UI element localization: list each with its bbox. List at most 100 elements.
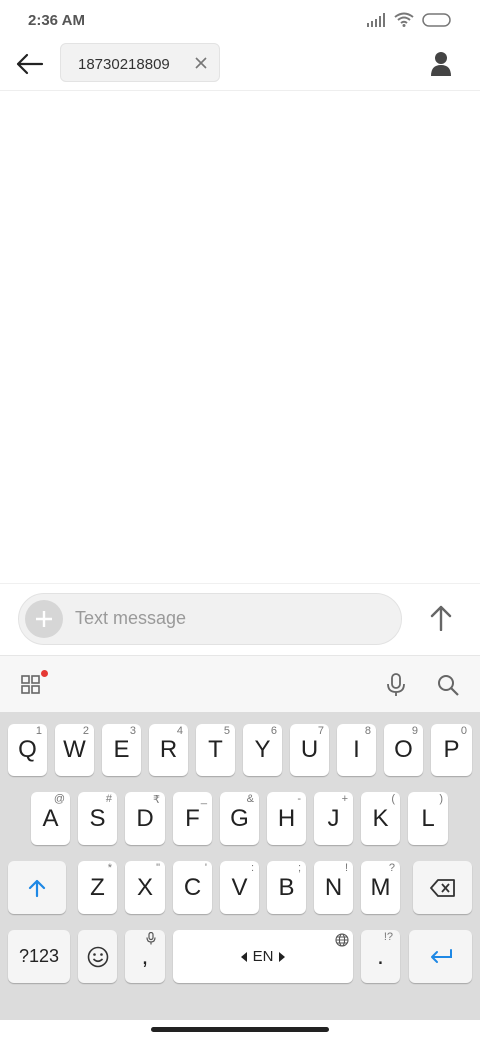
key-hint: ) [439, 793, 443, 805]
status-bar: 2:36 AM [0, 0, 480, 40]
message-input[interactable] [75, 608, 375, 629]
search-icon [438, 675, 459, 696]
key-l[interactable]: ) L [408, 792, 448, 845]
backspace-icon [429, 878, 455, 897]
recipient-number: 18730218809 [78, 56, 170, 73]
key-hint: # [105, 793, 112, 805]
key-hint: & [246, 793, 254, 805]
key-label: R [159, 736, 178, 763]
send-button[interactable] [424, 600, 458, 636]
key-label: J [327, 804, 340, 832]
key-hint: ' [204, 862, 207, 874]
emoji-key[interactable] [78, 930, 117, 983]
key-hint: : [250, 862, 254, 874]
attach-button[interactable] [25, 600, 63, 638]
home-indicator[interactable] [151, 1027, 329, 1032]
key-x[interactable]: " X [125, 861, 165, 914]
key-a[interactable]: @ A [31, 792, 70, 845]
back-arrow-icon [16, 53, 44, 75]
period-key[interactable]: !? . [361, 930, 400, 983]
key-p[interactable]: 0P [431, 724, 472, 776]
key-hint: 9 [411, 725, 418, 737]
wifi-icon [394, 12, 414, 32]
microphone-icon [387, 673, 405, 696]
key-label: H [277, 804, 296, 832]
language-label: EN [252, 948, 274, 965]
send-arrow-up-icon [430, 605, 452, 631]
recipient-chip[interactable]: 18730218809 [60, 43, 220, 82]
key-o[interactable]: 9O [384, 724, 423, 776]
key-d[interactable]: ₹ D [125, 792, 165, 845]
key-hint: * [107, 862, 112, 874]
key-hint: 1 [35, 725, 42, 737]
key-m[interactable]: ? M [361, 861, 400, 914]
comma-key[interactable]: , [125, 930, 165, 983]
add-contact-button[interactable] [424, 48, 458, 80]
key-hint: 4 [176, 725, 183, 737]
remove-recipient-button[interactable] [191, 53, 211, 73]
status-time: 2:36 AM [28, 12, 85, 29]
grid-icon [21, 675, 40, 694]
key-label: I [353, 736, 360, 763]
key-f[interactable]: _ F [173, 792, 212, 845]
key-e[interactable]: 3E [102, 724, 141, 776]
key-label: Y [254, 736, 271, 763]
space-key[interactable]: EN [173, 930, 353, 983]
symbols-key[interactable]: ?123 [8, 930, 70, 983]
key-i[interactable]: 8I [337, 724, 376, 776]
key-hint: 3 [129, 725, 136, 737]
key-label: O [394, 736, 413, 763]
key-hint: ( [391, 793, 395, 805]
key-k[interactable]: (K [361, 792, 400, 845]
key-label: X [136, 873, 153, 901]
navigation-bar [0, 1020, 480, 1040]
keyboard: 1Q 2W 3E 4R 5T 6Y 7U 8I 9O 0P @ A # S ₹ D _… [0, 712, 480, 1020]
caret-left-icon [240, 951, 247, 962]
key-q[interactable]: 1Q [8, 724, 47, 776]
key-t[interactable]: 5T [196, 724, 235, 776]
key-r[interactable]: 4R [149, 724, 188, 776]
key-n[interactable]: ! N [314, 861, 353, 914]
enter-icon [430, 948, 452, 963]
composer-field[interactable] [18, 593, 402, 645]
key-label: F [185, 804, 200, 832]
key-s[interactable]: # S [78, 792, 117, 845]
key-h[interactable]: -H [267, 792, 306, 845]
symbols-label: ?123 [18, 946, 60, 966]
key-hint: 7 [317, 725, 324, 737]
period-label: . [377, 942, 384, 970]
key-y[interactable]: 6Y [243, 724, 282, 776]
key-label: D [136, 804, 154, 832]
key-j[interactable]: + J [314, 792, 353, 845]
signal-icon [366, 12, 386, 32]
keyboard-search-button[interactable] [433, 670, 463, 700]
back-button[interactable] [14, 50, 46, 78]
notification-dot [41, 670, 48, 677]
key-b[interactable]: ; B [267, 861, 306, 914]
key-v[interactable]: :V [220, 861, 259, 914]
keyboard-menu-button[interactable] [16, 670, 48, 700]
key-hint: + [341, 793, 348, 805]
key-w[interactable]: 2W [55, 724, 94, 776]
key-hint: 2 [82, 725, 89, 737]
key-c[interactable]: ' C [173, 861, 212, 914]
key-label: V [231, 873, 248, 901]
voice-input-button[interactable] [381, 670, 411, 700]
key-u[interactable]: 7U [290, 724, 329, 776]
mic-hint-icon [146, 931, 156, 948]
key-label: L [421, 804, 435, 832]
key-hint: ! [344, 862, 348, 874]
key-label: P [443, 736, 460, 763]
emoji-icon [87, 946, 108, 967]
conversation-header: 18730218809 [0, 40, 480, 91]
key-g[interactable]: & G [220, 792, 259, 845]
message-list[interactable] [0, 91, 480, 583]
enter-key[interactable] [409, 930, 472, 983]
key-hint: _ [200, 793, 207, 805]
shift-key[interactable] [8, 861, 66, 914]
backspace-key[interactable] [413, 861, 472, 914]
key-z[interactable]: * Z [78, 861, 117, 914]
key-label: C [183, 873, 202, 901]
key-label: K [372, 804, 389, 832]
key-label: S [89, 804, 106, 832]
